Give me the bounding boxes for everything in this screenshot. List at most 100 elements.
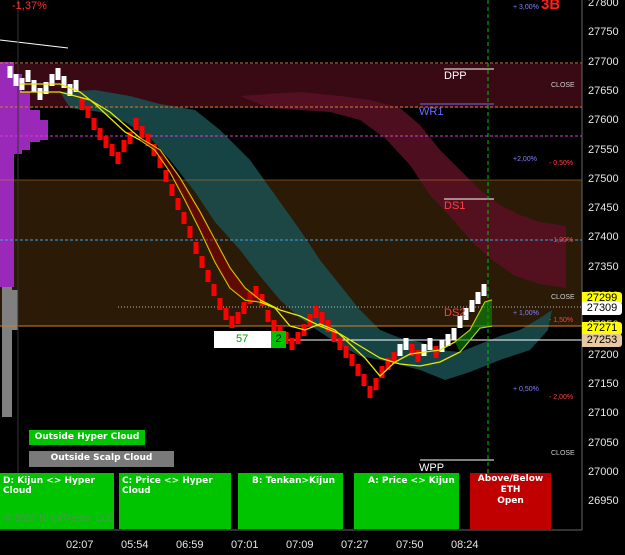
pct-close-1: CLOSE (551, 82, 575, 89)
candle (349, 354, 355, 366)
candle (469, 300, 475, 312)
price-hyper-button[interactable]: C: Price <> Hyper Cloud (119, 473, 231, 529)
eth-open-line1: Above/Below ETH (477, 474, 544, 495)
y-tick-label: 27150 (588, 377, 619, 390)
change-percent: -1,37% (12, 0, 47, 12)
candle (451, 328, 457, 340)
candle (229, 316, 235, 328)
candle (433, 346, 439, 358)
x-tick-label: 07:50 (396, 539, 424, 551)
candle (163, 170, 169, 182)
candle (241, 302, 247, 314)
candle (427, 338, 433, 350)
candle (475, 292, 481, 304)
level-ds2: DS2 (444, 307, 466, 319)
candle (205, 270, 211, 282)
candle (37, 88, 43, 100)
candle (103, 136, 109, 148)
candle (295, 332, 301, 344)
x-tick-label: 02:07 (66, 539, 94, 551)
x-tick-label: 07:27 (341, 539, 369, 551)
pct-close-2: CLOSE (551, 294, 575, 301)
eth-open-line2: Open (497, 496, 524, 506)
candle (319, 312, 325, 324)
y-tick-label: 27400 (588, 231, 619, 244)
x-tick-label: 08:24 (451, 539, 479, 551)
candle (421, 344, 427, 356)
candle (169, 184, 175, 196)
candle (343, 346, 349, 358)
counter-right: 2 (271, 331, 286, 348)
pct-plus-05: + 0,50% (513, 386, 539, 393)
y-tick-label: 27600 (588, 114, 619, 127)
candle (235, 312, 241, 324)
y-tick-label: 27050 (588, 436, 619, 449)
y-tick-label: 27350 (588, 260, 619, 273)
candle (109, 144, 115, 156)
candle (367, 386, 373, 398)
y-tick-label: 27650 (588, 84, 619, 97)
pct-plus-3: + 3,00% (513, 4, 539, 11)
candle (79, 98, 85, 110)
candle (199, 256, 205, 268)
candle (481, 284, 487, 296)
price-box-27253: 27253 (582, 334, 622, 347)
candle (211, 284, 217, 296)
x-tick-label: 07:09 (286, 539, 314, 551)
y-tick-label: 27450 (588, 202, 619, 215)
x-tick-label: 05:54 (121, 539, 149, 551)
candle (91, 118, 97, 130)
candle (115, 152, 121, 164)
y-tick-label: 27750 (588, 26, 619, 39)
candle (361, 374, 367, 386)
price-chart[interactable] (0, 0, 625, 555)
candle (7, 66, 13, 78)
y-tick-label: 26950 (588, 495, 619, 508)
pct-plus-2: +2,00% (513, 156, 537, 163)
candle (25, 70, 31, 82)
candle (397, 344, 403, 356)
pct-close-3: CLOSE (551, 450, 575, 457)
level-wr1: WR1 (419, 106, 444, 118)
candle (217, 298, 223, 310)
y-tick-label: 27550 (588, 143, 619, 156)
x-tick-label: 07:01 (231, 539, 259, 551)
candle (85, 106, 91, 118)
candle (289, 338, 295, 350)
y-tick-label: 27100 (588, 407, 619, 420)
candle (337, 338, 343, 350)
outside-scalp-cloud-button[interactable]: Outside Scalp Cloud (29, 451, 174, 467)
price-box-27309: 27309 (582, 302, 622, 315)
outside-hyper-cloud-button[interactable]: Outside Hyper Cloud (29, 430, 145, 445)
candle (97, 128, 103, 140)
pct-minus-15: - 1,50% (549, 317, 574, 324)
tenkan-kijun-button[interactable]: B: Tenkan>Kijun (238, 473, 343, 529)
candle (121, 140, 127, 152)
instrument-code: 3B (541, 0, 561, 13)
pct-minus-05: - 0,50% (549, 160, 574, 167)
x-tick-label: 06:59 (176, 539, 204, 551)
pct-minus-1: - 1,00% (549, 237, 574, 244)
y-tick-label: 27700 (588, 55, 619, 68)
candle (55, 68, 61, 80)
candle (139, 126, 145, 138)
candle (193, 242, 199, 254)
candle (403, 338, 409, 350)
candle (265, 310, 271, 322)
eth-open-button[interactable]: Above/Below ETH Open (470, 473, 551, 530)
y-tick-label: 27500 (588, 172, 619, 185)
candle (175, 198, 181, 210)
counter-box: 57 2 (214, 331, 286, 348)
candle (13, 74, 19, 86)
candle (355, 364, 361, 376)
candle (313, 306, 319, 318)
candle (181, 212, 187, 224)
pct-minus-2: - 2,00% (549, 394, 574, 401)
y-tick-label: 27800 (588, 0, 619, 9)
level-dpp: DPP (444, 70, 467, 82)
pct-plus-1: + 1,00% (513, 310, 539, 317)
y-tick-label: 27000 (588, 465, 619, 478)
price-kijun-button[interactable]: A: Price <> Kijun (354, 473, 459, 529)
counter-left: 57 (236, 333, 249, 345)
candle (133, 118, 139, 130)
